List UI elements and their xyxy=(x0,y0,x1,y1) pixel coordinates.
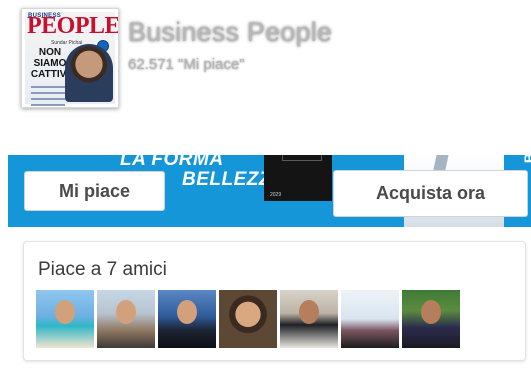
friend-avatar[interactable] xyxy=(402,290,460,348)
friend-face xyxy=(299,300,319,324)
friend-avatar[interactable] xyxy=(158,290,216,348)
friends-like-title: Piace a 7 amici xyxy=(38,259,167,280)
friend-face xyxy=(421,300,441,324)
banner-side-text: B xyxy=(521,155,531,163)
magazine-text-lines xyxy=(31,82,65,107)
page-cover-image[interactable]: PEOPLE BUSINESS Sundar Pichai NON SIAMO … xyxy=(21,8,119,108)
friend-avatar[interactable] xyxy=(219,290,277,348)
friend-face xyxy=(177,300,197,324)
banner-frame xyxy=(282,155,322,161)
magazine-person-name: Sundar Pichai xyxy=(51,40,83,46)
buy-now-button[interactable]: Acquista ora xyxy=(333,170,528,217)
friend-avatar[interactable] xyxy=(97,290,155,348)
page-title[interactable]: Business People xyxy=(128,17,332,48)
friend-avatar[interactable] xyxy=(36,290,94,348)
magazine-portrait xyxy=(65,44,113,102)
friend-avatar[interactable] xyxy=(341,290,399,348)
magazine-cover: PEOPLE BUSINESS Sundar Pichai NON SIAMO … xyxy=(25,12,118,106)
friend-face xyxy=(55,300,75,324)
magazine-headline: NON SIAMO CATTIVI xyxy=(30,47,70,80)
friends-like-card: Piace a 7 amici xyxy=(23,241,526,361)
friend-face xyxy=(116,300,136,324)
page-likes-count: 62.571 "Mi piace" xyxy=(128,56,245,73)
magazine-business-label: BUSINESS xyxy=(28,13,62,19)
banner-year: 2029 xyxy=(270,192,282,198)
friend-avatar[interactable] xyxy=(280,290,338,348)
like-button[interactable]: Mi piace xyxy=(24,171,165,211)
